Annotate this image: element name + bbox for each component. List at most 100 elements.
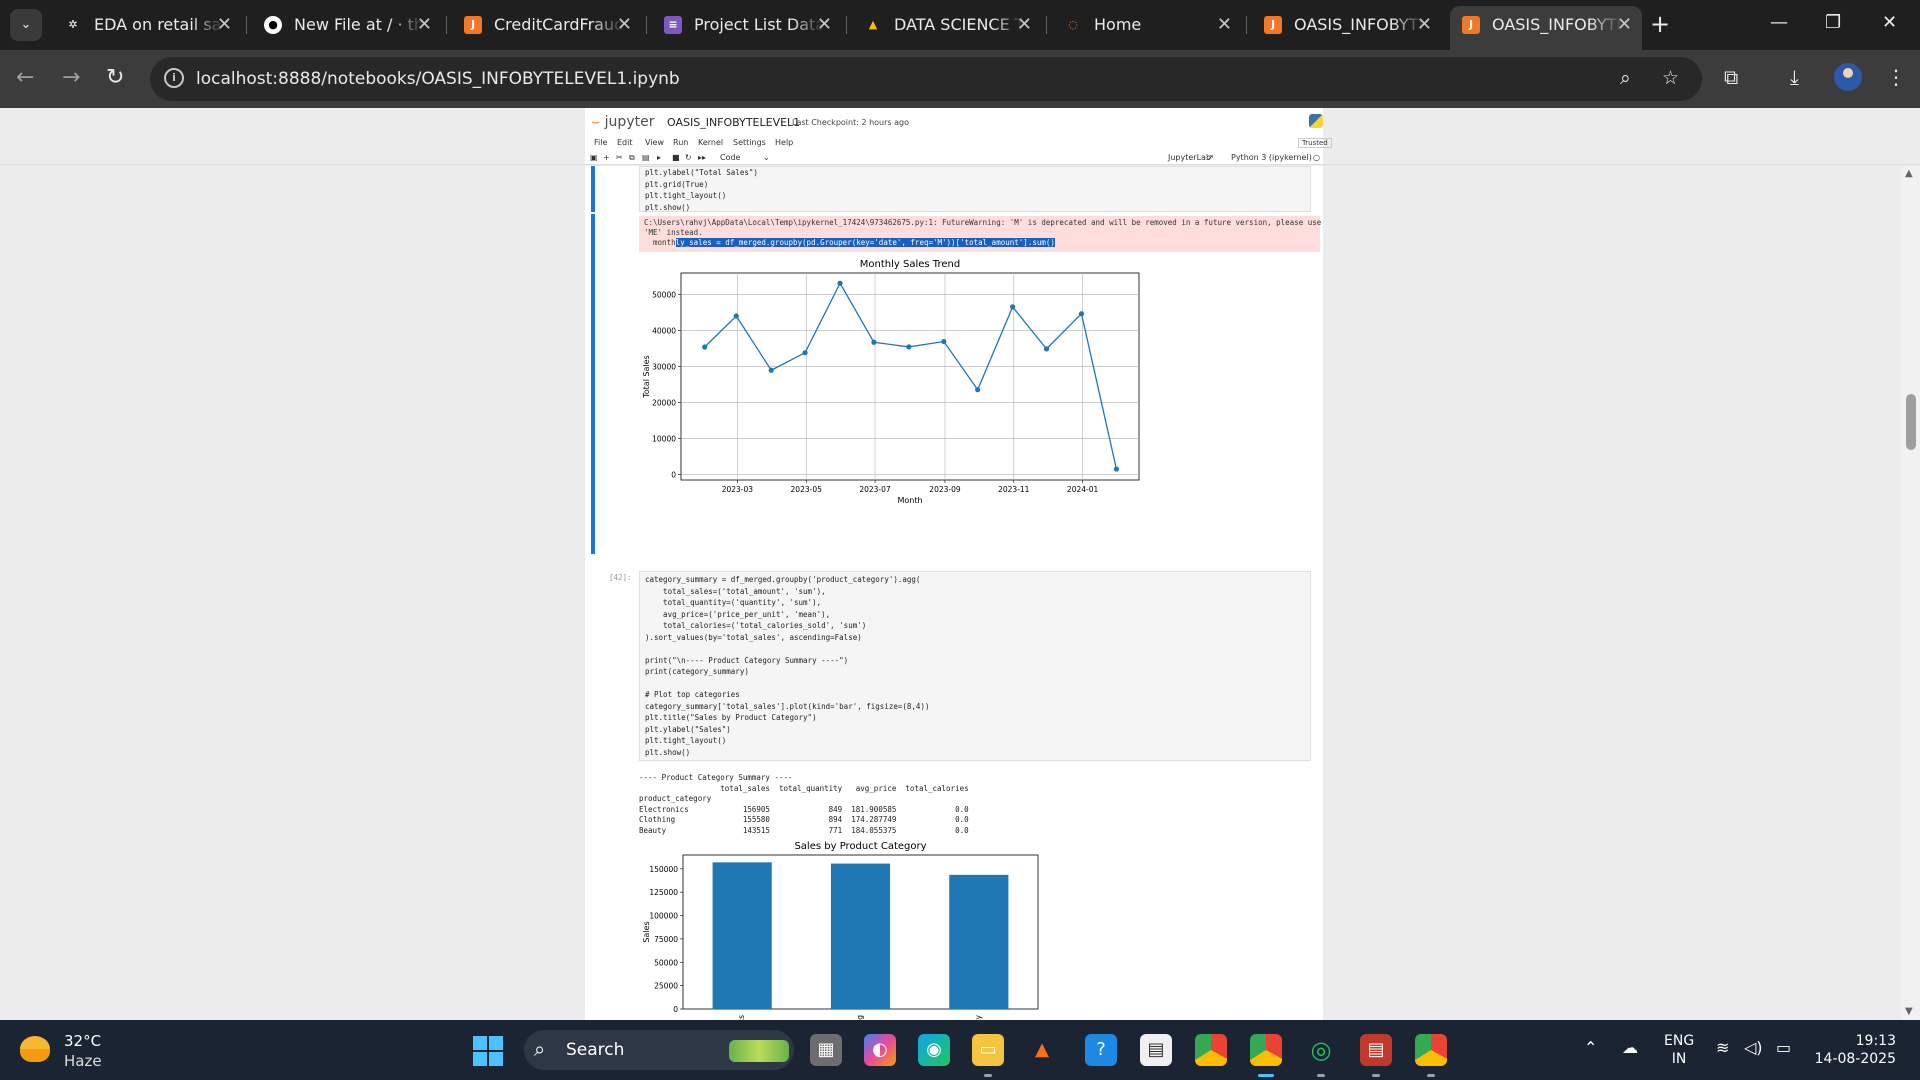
tab-creditcardfraud[interactable]: J CreditCardFraud ✕ [452, 6, 642, 44]
chrome-alt-icon[interactable] [1415, 1034, 1447, 1077]
save-icon[interactable]: ▣ [590, 153, 598, 162]
close-icon[interactable]: ✕ [617, 6, 632, 44]
profile-avatar[interactable] [1834, 63, 1862, 91]
download-icon[interactable]: ⤓ [1790, 65, 1799, 89]
data-point [1043, 346, 1050, 352]
y-tick-label: 25000 [654, 982, 678, 991]
tab-home[interactable]: ◌ Home ✕ [1052, 6, 1242, 44]
minimize-icon[interactable]: — [1770, 12, 1788, 33]
stop-icon[interactable]: ■ [672, 153, 680, 162]
taskbar-clock[interactable]: 19:13 14-08-2025 [1808, 1032, 1896, 1068]
jupyter-logo[interactable]: ⌣ jupyter [591, 114, 654, 130]
menu-settings[interactable]: Settings [733, 138, 766, 147]
cut-icon[interactable]: ✂ [616, 153, 623, 162]
insert-cell-icon[interactable]: + [603, 153, 610, 162]
close-icon[interactable]: ✕ [417, 6, 432, 44]
chevron-down-icon[interactable]: ⌄ [763, 153, 770, 162]
data-point [871, 339, 877, 345]
tab-eda-retail[interactable]: ✲ EDA on retail sal ✕ [52, 6, 242, 44]
code-cell-1[interactable]: plt.ylabel("Total Sales") plt.grid(True)… [639, 166, 1311, 212]
menu-run[interactable]: Run [673, 138, 688, 147]
menu-kebab-icon[interactable]: ⋮ [1886, 65, 1906, 89]
plot-area [680, 272, 1140, 481]
trusted-badge[interactable]: Trusted [1298, 138, 1332, 148]
menu-view[interactable]: View [645, 138, 664, 147]
notebook-name[interactable]: OASIS_INFOBYTELEVEL1 [667, 116, 800, 129]
run-icon[interactable]: ▸ [657, 153, 661, 162]
tab-oasis-active[interactable]: J OASIS_INFOBYTE ✕ [1450, 6, 1642, 50]
notebook-area: plt.ylabel("Total Sales") plt.grid(True)… [585, 166, 1323, 1020]
menu-kernel[interactable]: Kernel [698, 138, 723, 147]
close-icon[interactable]: ✕ [817, 6, 832, 44]
restore-icon[interactable]: ❐ [1825, 12, 1841, 33]
data-point [906, 344, 912, 350]
new-tab-button[interactable]: + [1650, 10, 1670, 38]
battery-icon[interactable]: ▭ [1776, 1038, 1791, 1057]
app-red-icon[interactable]: ▤ [1360, 1034, 1392, 1077]
onedrive-icon[interactable]: ☁ [1622, 1038, 1638, 1057]
close-icon[interactable]: ✕ [217, 6, 232, 44]
fast-forward-icon[interactable]: ▸▸ [698, 153, 706, 162]
tab-github-new-file[interactable]: ● New File at / · th ✕ [252, 6, 442, 44]
kernel-name[interactable]: Python 3 (ipykernel) [1231, 153, 1312, 162]
warning-line: C:\Users\rahvj\AppData\Local\Temp\ipyker… [644, 218, 1322, 227]
paste-icon[interactable]: ▤ [642, 153, 650, 162]
x-tick-label: 2024-01 [1067, 485, 1099, 494]
close-icon[interactable]: ✕ [1617, 6, 1632, 44]
jupyter-app-icon[interactable]: ◎ [1305, 1034, 1337, 1077]
jupyterlab-link[interactable]: JupyterLab [1168, 153, 1211, 162]
tab-oasis-1[interactable]: J OASIS_INFOBYTE ✕ [1252, 6, 1442, 44]
copy-icon[interactable]: ⧉ [629, 153, 635, 163]
warning-line: month [644, 238, 676, 247]
windows-taskbar: 32°C Haze ⌕ Search ▦ ◐ ◉ ▭ ▲ ? ▤ ◎ ▤ ⌃ ☁… [0, 1020, 1920, 1080]
bookmark-star-icon[interactable]: ☆ [1662, 67, 1679, 89]
tab-project-list-data[interactable]: ≡ Project List Data ✕ [652, 6, 842, 44]
task-view-icon[interactable]: ▦ [810, 1034, 842, 1066]
github-icon: ● [264, 16, 282, 34]
code-cell-2[interactable]: category_summary = df_merged.groupby('pr… [639, 571, 1311, 761]
scroll-down-icon[interactable]: ▼ [1905, 1006, 1913, 1017]
windows-start-icon[interactable] [473, 1036, 503, 1066]
restart-icon[interactable]: ↻ [685, 153, 692, 162]
menu-edit[interactable]: Edit [617, 138, 633, 147]
tab-title: DATA SCIENCE T/ [894, 15, 1024, 34]
close-icon[interactable]: ✕ [1217, 6, 1232, 44]
close-icon[interactable]: ✕ [1017, 6, 1032, 44]
tab-title: OASIS_INFOBYTE [1294, 15, 1424, 34]
wifi-icon[interactable]: ≋ [1716, 1038, 1729, 1057]
vlc-icon[interactable]: ▲ [1026, 1034, 1058, 1066]
reload-icon[interactable]: ↻ [106, 64, 124, 92]
copilot-icon[interactable]: ◐ [864, 1034, 896, 1066]
chrome-icon[interactable] [1195, 1034, 1227, 1066]
site-info-icon[interactable]: i [164, 68, 184, 88]
monthly-sales-chart: Monthly Sales Trend 0 10000 20000 30000 40000… [642, 259, 1140, 505]
scroll-up-icon[interactable]: ▲ [1905, 168, 1913, 179]
language-indicator[interactable]: ENG IN [1664, 1032, 1694, 1068]
tab-search-button[interactable]: ⌄ [10, 9, 42, 41]
cell-type-select[interactable]: Code [720, 153, 740, 162]
data-point [702, 344, 708, 350]
store-icon[interactable]: ▤ [1140, 1034, 1172, 1066]
file-explorer-icon[interactable]: ▭ [972, 1034, 1004, 1077]
address-bar[interactable]: i localhost:8888/notebooks/OASIS_INFOBYT… [150, 57, 1702, 101]
category-summary-output: ---- Product Category Summary ---- total… [639, 773, 969, 835]
scrollbar-thumb[interactable] [1906, 394, 1916, 450]
help-icon[interactable]: ? [1085, 1034, 1117, 1066]
edge-icon[interactable]: ◉ [918, 1034, 950, 1066]
weather-haze-icon [20, 1036, 50, 1062]
taskbar-search[interactable]: ⌕ Search [524, 1030, 794, 1070]
back-icon[interactable]: ← [16, 64, 34, 92]
jupyter-book-icon: J [1462, 16, 1480, 34]
chevron-up-icon[interactable]: ⌃ [1584, 1038, 1597, 1057]
close-window-icon[interactable]: ✕ [1882, 12, 1897, 33]
extensions-icon[interactable]: ⧉ [1724, 65, 1738, 89]
chrome-profile-icon[interactable] [1250, 1034, 1282, 1077]
forward-icon[interactable]: → [62, 64, 80, 92]
close-icon[interactable]: ✕ [1417, 6, 1432, 44]
page-scrollbar[interactable]: ▲ ▼ [1902, 166, 1920, 1020]
zoom-icon[interactable]: ⌕ [1620, 67, 1631, 89]
menu-file[interactable]: File [594, 138, 607, 147]
volume-icon[interactable]: ◁) [1744, 1038, 1763, 1057]
tab-data-science[interactable]: ▲ DATA SCIENCE T/ ✕ [852, 6, 1042, 44]
menu-help[interactable]: Help [775, 138, 793, 147]
